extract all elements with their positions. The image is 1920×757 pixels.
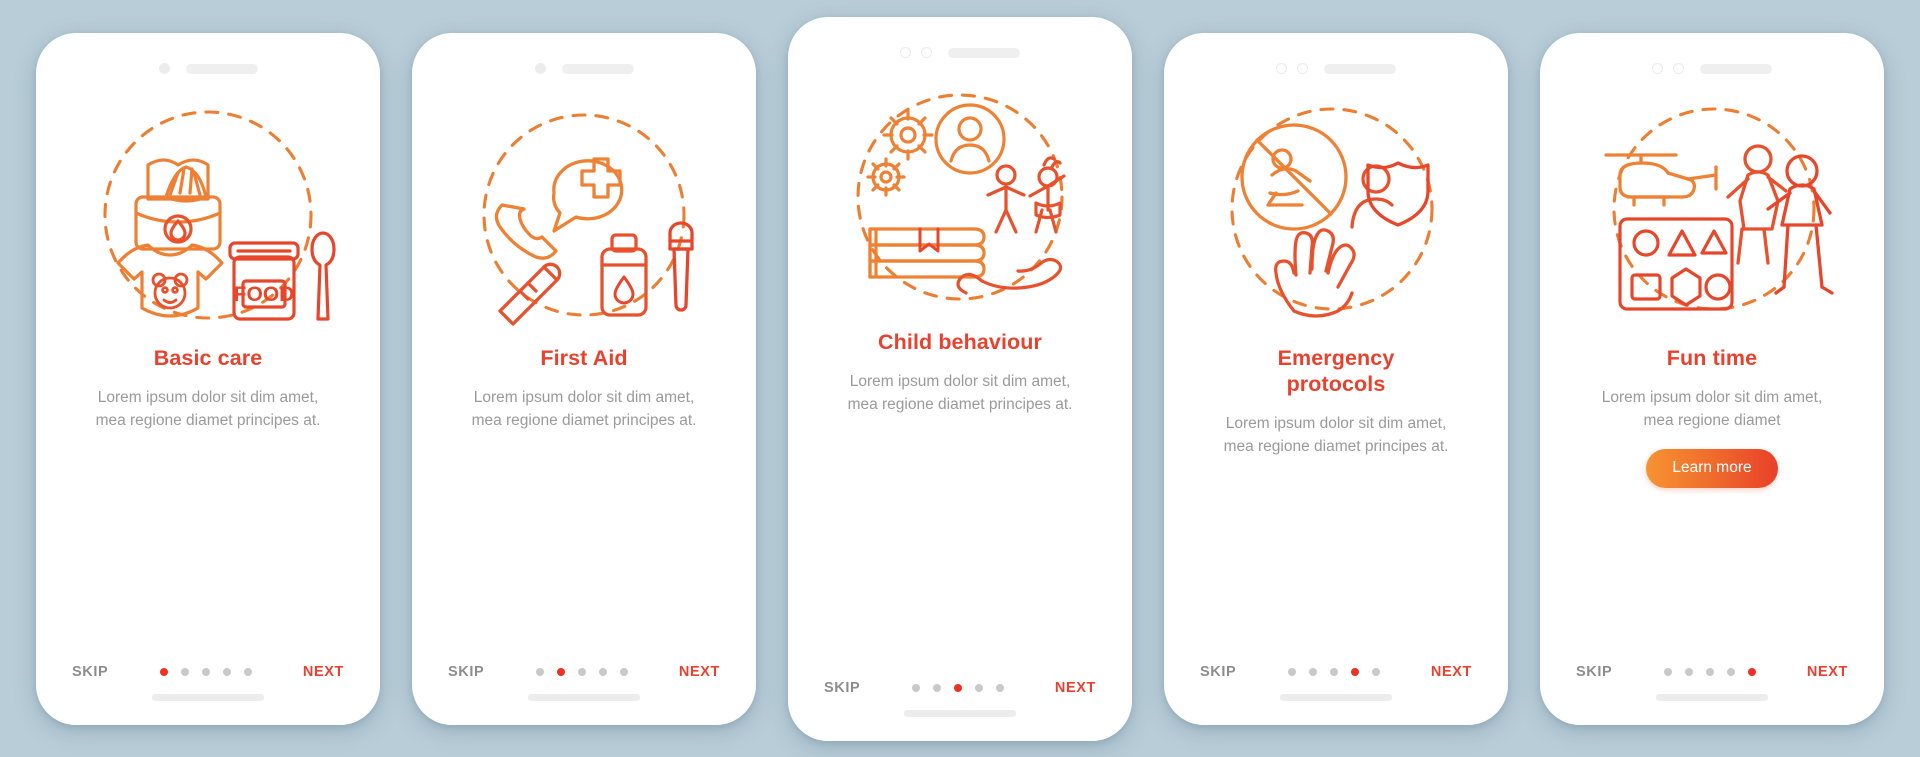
camera-icon	[1652, 63, 1663, 74]
skip-button[interactable]: SKIP	[824, 680, 860, 696]
home-indicator	[1656, 693, 1768, 701]
step-dot-2[interactable]	[1308, 667, 1317, 676]
next-button[interactable]: NEXT	[303, 664, 344, 680]
skip-button[interactable]: SKIP	[1576, 664, 1612, 680]
phone-notch	[412, 33, 756, 87]
step-dot-1[interactable]	[911, 683, 920, 692]
phone-notch	[1164, 33, 1508, 87]
step-dot-1[interactable]	[1663, 667, 1672, 676]
step-dots	[159, 667, 252, 676]
step-dot-4[interactable]	[1726, 667, 1735, 676]
home-indicator	[1280, 693, 1392, 701]
onboarding-nav: SKIP NEXT	[824, 680, 1096, 696]
onboarding-screen-emergency-protocols: Emergency protocols Lorem ipsum dolor si…	[1164, 32, 1508, 725]
sensor-icon	[1297, 63, 1308, 74]
screen-content: Child behaviour Lorem ipsum dolor sit di…	[815, 329, 1105, 710]
step-dot-1[interactable]	[1287, 667, 1296, 676]
screen-content: Emergency protocols Lorem ipsum dolor si…	[1191, 345, 1481, 694]
onboarding-screens-row: FOOD Basic care Lorem ipsum dolor sit di…	[0, 0, 1920, 757]
speaker-bar-icon	[948, 47, 1020, 58]
step-dot-2[interactable]	[556, 667, 565, 676]
step-dot-3[interactable]	[1705, 667, 1714, 676]
step-dot-1[interactable]	[159, 667, 168, 676]
speaker-bar-icon	[185, 63, 258, 74]
onboarding-nav: SKIP NEXT	[448, 664, 720, 680]
page-title: First Aid	[540, 345, 628, 370]
page-description: Lorem ipsum dolor sit dim amet, mea regi…	[95, 388, 321, 429]
step-dot-4[interactable]	[598, 667, 607, 676]
camera-icon	[900, 47, 911, 58]
step-dot-3[interactable]	[953, 683, 962, 692]
camera-icon	[534, 63, 546, 74]
screen-content: Basic care Lorem ipsum dolor sit dim ame…	[63, 345, 353, 694]
speaker-bar-icon	[1700, 63, 1772, 74]
skip-button[interactable]: SKIP	[72, 664, 108, 680]
page-description: Lorem ipsum dolor sit dim amet, mea regi…	[1601, 388, 1823, 429]
speaker-bar-icon	[1324, 63, 1396, 74]
step-dot-1[interactable]	[535, 667, 544, 676]
sensor-icon	[1673, 63, 1684, 74]
step-dot-5[interactable]	[1371, 667, 1380, 676]
next-button[interactable]: NEXT	[679, 664, 720, 680]
fun-time-icon	[1562, 97, 1862, 329]
step-dot-3[interactable]	[577, 667, 586, 676]
step-dots	[1287, 667, 1380, 676]
learn-more-button[interactable]: Learn more	[1646, 448, 1778, 488]
step-dots	[911, 683, 1004, 692]
onboarding-screen-child-behaviour: Child behaviour Lorem ipsum dolor sit di…	[788, 16, 1132, 741]
camera-icon	[158, 63, 170, 74]
home-indicator	[152, 693, 264, 701]
skip-button[interactable]: SKIP	[448, 664, 484, 680]
step-dot-2[interactable]	[180, 667, 189, 676]
onboarding-screen-basic-care: FOOD Basic care Lorem ipsum dolor sit di…	[36, 32, 380, 725]
phone-notch	[788, 17, 1132, 71]
skip-button[interactable]: SKIP	[1200, 664, 1236, 680]
screen-content: Fun time Lorem ipsum dolor sit dim amet,…	[1567, 345, 1857, 694]
page-title: Emergency protocols	[1277, 345, 1395, 396]
step-dot-5[interactable]	[243, 667, 252, 676]
step-dot-3[interactable]	[1329, 667, 1338, 676]
svg-text:FOOD: FOOD	[234, 283, 295, 306]
step-dot-4[interactable]	[1350, 667, 1359, 676]
next-button[interactable]: NEXT	[1055, 680, 1096, 696]
phone-notch	[1540, 33, 1884, 87]
child-behaviour-icon	[810, 81, 1110, 313]
step-dot-2[interactable]	[932, 683, 941, 692]
step-dot-5[interactable]	[995, 683, 1004, 692]
page-description: Lorem ipsum dolor sit dim amet, mea regi…	[471, 388, 697, 429]
screen-content: First Aid Lorem ipsum dolor sit dim amet…	[439, 345, 729, 694]
next-button[interactable]: NEXT	[1807, 664, 1848, 680]
step-dots	[1663, 667, 1756, 676]
page-title: Basic care	[153, 345, 263, 370]
page-title: Fun time	[1666, 345, 1758, 370]
onboarding-nav: SKIP NEXT	[72, 664, 344, 680]
page-description: Lorem ipsum dolor sit dim amet, mea regi…	[847, 372, 1073, 413]
next-button[interactable]: NEXT	[1431, 664, 1472, 680]
emergency-protocols-icon	[1186, 97, 1486, 329]
sensor-icon	[921, 47, 932, 58]
step-dots	[535, 667, 628, 676]
step-dot-4[interactable]	[222, 667, 231, 676]
phone-notch	[36, 33, 380, 87]
onboarding-screen-fun-time: Fun time Lorem ipsum dolor sit dim amet,…	[1540, 32, 1884, 725]
step-dot-5[interactable]	[1747, 667, 1756, 676]
camera-icon	[1276, 63, 1287, 74]
onboarding-nav: SKIP NEXT	[1576, 664, 1848, 680]
page-description: Lorem ipsum dolor sit dim amet, mea regi…	[1223, 414, 1449, 455]
step-dot-2[interactable]	[1684, 667, 1693, 676]
onboarding-screen-first-aid: First Aid Lorem ipsum dolor sit dim amet…	[412, 32, 756, 725]
first-aid-icon	[434, 97, 734, 329]
baby-care-icon: FOOD	[58, 97, 358, 329]
step-dot-3[interactable]	[201, 667, 210, 676]
home-indicator	[528, 693, 640, 701]
speaker-bar-icon	[561, 63, 634, 74]
step-dot-4[interactable]	[974, 683, 983, 692]
onboarding-nav: SKIP NEXT	[1200, 664, 1472, 680]
step-dot-5[interactable]	[619, 667, 628, 676]
home-indicator	[904, 709, 1016, 717]
page-title: Child behaviour	[878, 329, 1042, 354]
